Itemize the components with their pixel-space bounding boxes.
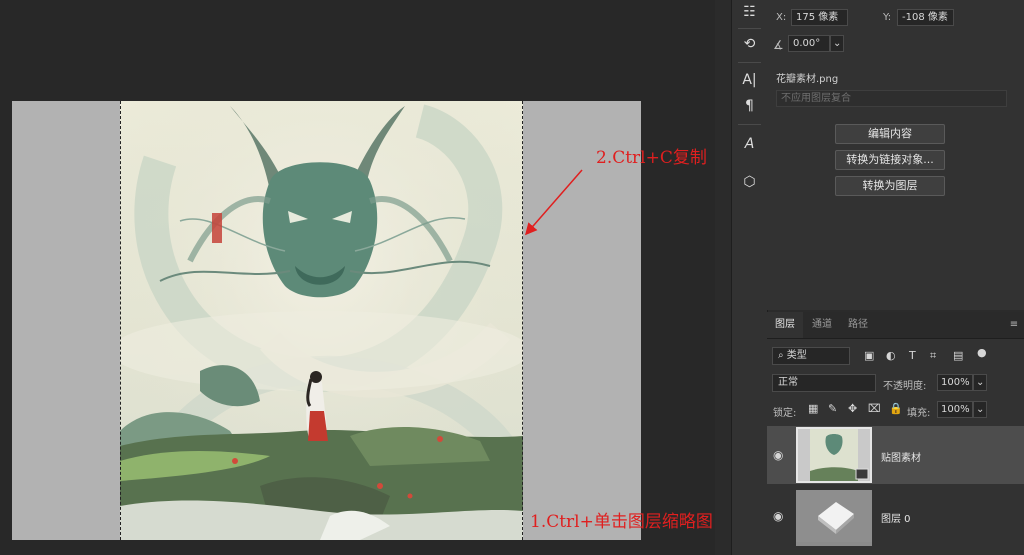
filter-adjustment-icon[interactable]: ◐: [886, 349, 896, 363]
layer-filter-select[interactable]: ⌕ 类型: [772, 347, 850, 365]
lock-position-icon[interactable]: ✥: [848, 402, 857, 416]
y-label: Y:: [883, 12, 892, 23]
x-position-field[interactable]: 175 像素: [791, 9, 848, 26]
fill-field[interactable]: 100%: [937, 401, 973, 418]
lock-transparent-icon[interactable]: ▦: [808, 402, 818, 416]
tab-layers[interactable]: 图层: [767, 312, 803, 338]
tab-channels[interactable]: 通道: [805, 312, 839, 338]
edit-contents-button[interactable]: 编辑内容: [835, 124, 945, 144]
history-icon[interactable]: ⟲: [732, 32, 767, 56]
y-position-field[interactable]: -108 像素: [897, 9, 954, 26]
panel-icon-strip: ☷ ⟲ A| ¶ A ⬡: [731, 0, 768, 555]
lock-paint-icon[interactable]: ✎: [828, 402, 837, 416]
filter-toggle-icon[interactable]: ●: [977, 346, 987, 360]
blend-mode-value: 正常: [778, 377, 798, 388]
annotation-step1: 1.Ctrl+单击图层缩略图: [530, 512, 713, 532]
layers-panel-tabs: 图层 通道 路径 ≡: [767, 312, 1024, 339]
glyphs-icon[interactable]: A: [732, 132, 767, 156]
layer-name[interactable]: 图层 0: [881, 510, 911, 525]
lock-artboard-icon[interactable]: ⌧: [868, 402, 881, 416]
lock-label: 锁定:: [773, 408, 797, 419]
opacity-chevron-icon[interactable]: ⌄: [973, 374, 987, 391]
visibility-eye-icon[interactable]: ◉: [773, 448, 783, 462]
layer-comp-select[interactable]: 不应用图层复合: [776, 90, 1007, 107]
layer-name[interactable]: 贴图素材: [881, 449, 921, 464]
panel-menu-icon[interactable]: ≡: [1007, 312, 1021, 338]
filter-pixel-icon[interactable]: ▣: [864, 349, 874, 363]
properties-icon[interactable]: ☷: [732, 0, 767, 24]
filter-type-label: 类型: [786, 350, 807, 361]
visibility-eye-icon[interactable]: ◉: [773, 509, 783, 523]
opacity-label: 不透明度:: [883, 381, 927, 392]
x-label: X:: [776, 12, 787, 23]
annotation-step2: 2.Ctrl+C复制: [596, 148, 707, 168]
fill-chevron-icon[interactable]: ⌄: [973, 401, 987, 418]
selection-marquee: [120, 101, 523, 540]
strip-divider: [738, 28, 761, 29]
convert-to-layers-button[interactable]: 转换为图层: [835, 176, 945, 196]
layer-thumbnail-smart-object[interactable]: [796, 427, 872, 483]
strip-divider: [738, 62, 761, 63]
opacity-field[interactable]: 100%: [937, 374, 973, 391]
paragraph-icon[interactable]: ¶: [732, 94, 767, 118]
filter-shape-icon[interactable]: ⌗: [930, 349, 936, 363]
filter-type-icon[interactable]: T: [909, 349, 916, 363]
filter-smart-object-icon[interactable]: ▤: [953, 349, 963, 363]
3d-icon[interactable]: ⬡: [732, 170, 767, 194]
angle-field[interactable]: 0.00°: [788, 35, 830, 52]
angle-icon: ∡: [773, 38, 784, 52]
convert-to-linked-button[interactable]: 转换为链接对象...: [835, 150, 945, 170]
angle-dropdown-chevron-icon[interactable]: ⌄: [830, 35, 844, 52]
tab-paths[interactable]: 路径: [841, 312, 875, 338]
smart-object-filename: 花瓣素材.png: [776, 74, 839, 85]
search-icon: ⌕: [778, 350, 784, 361]
character-icon[interactable]: A|: [732, 68, 767, 92]
blend-mode-select[interactable]: 正常: [772, 374, 876, 392]
lock-all-icon[interactable]: 🔒: [889, 402, 903, 416]
layer-thumbnail[interactable]: [796, 490, 872, 546]
strip-divider: [738, 124, 761, 125]
fill-label: 填充:: [907, 408, 931, 419]
